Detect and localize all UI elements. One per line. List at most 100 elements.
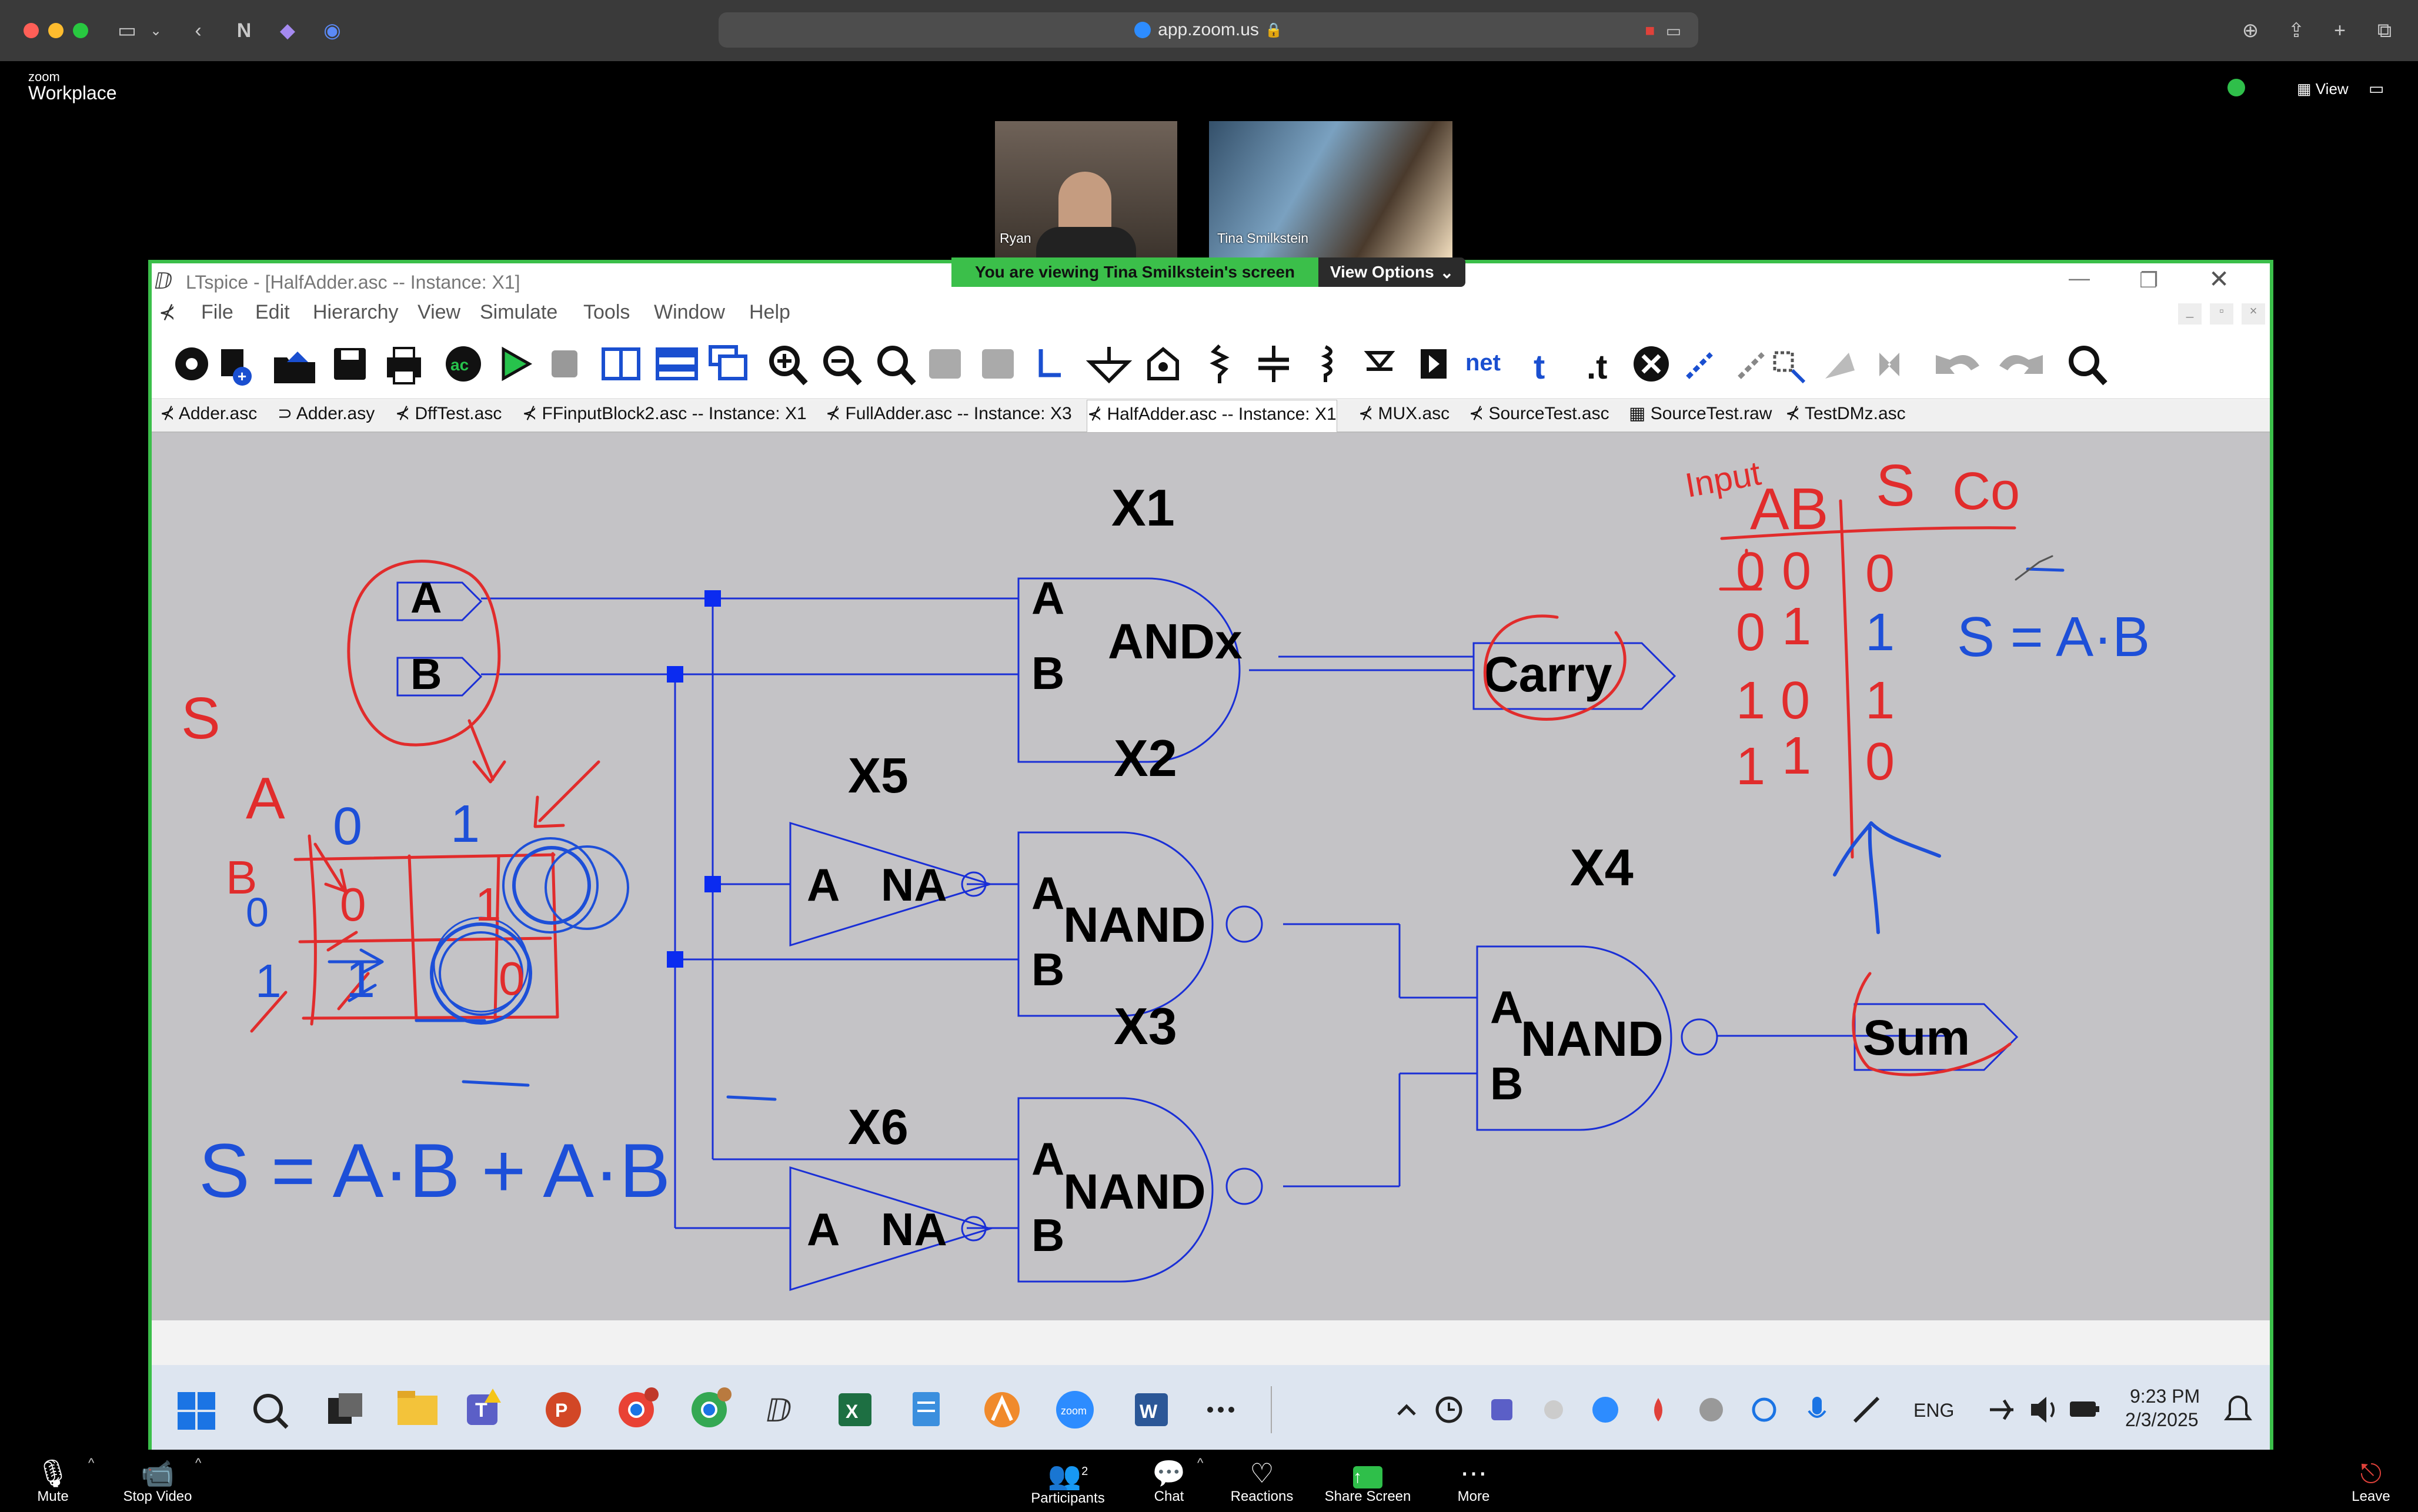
excel-icon[interactable]: X (839, 1393, 871, 1426)
cascade-icon[interactable] (709, 345, 747, 380)
doc-close-icon[interactable]: × (2242, 303, 2265, 325)
tab-testdmz[interactable]: ⊀ TestDMz.asc (1785, 403, 1906, 424)
component-icon[interactable] (1421, 349, 1447, 379)
battery-icon[interactable] (2070, 1401, 2099, 1417)
mirror-icon[interactable] (1879, 353, 1899, 376)
menu-view[interactable]: View (418, 301, 460, 324)
powerpoint-icon[interactable]: P (546, 1392, 581, 1427)
volume-icon[interactable] (2031, 1397, 2055, 1423)
capacitor-icon[interactable] (1258, 346, 1289, 382)
gate-x3-nand[interactable]: X3 A B NAND (1017, 997, 1263, 1283)
minimize-icon[interactable]: — (2069, 266, 2090, 290)
network-tray-icon[interactable] (1699, 1398, 1723, 1421)
settings-icon[interactable] (175, 347, 208, 380)
leave-button[interactable]: ⎋ Leave (2324, 1452, 2418, 1511)
save-icon[interactable] (334, 348, 366, 380)
tile-vertical-icon[interactable] (602, 347, 640, 380)
taskbar-time[interactable]: 9:23 PM (2130, 1386, 2200, 1407)
pen-tray-icon[interactable] (1853, 1396, 1880, 1423)
menu-edit[interactable]: Edit (255, 301, 290, 324)
mute-options-chevron-icon[interactable]: ^ (88, 1456, 94, 1471)
menu-window[interactable]: Window (654, 301, 725, 324)
taskbar-date[interactable]: 2/3/2025 (2125, 1409, 2199, 1430)
tile-horizontal-icon[interactable] (656, 347, 698, 380)
menu-simulate[interactable]: Simulate (480, 301, 557, 324)
address-bar[interactable]: app.zoom.us 🔒 (719, 12, 1698, 48)
more-button[interactable]: ⋯ More (1427, 1452, 1521, 1511)
share-screen-button[interactable]: ↑ Share Screen (1321, 1452, 1415, 1511)
delete-icon[interactable] (1634, 346, 1669, 382)
text-icon[interactable]: t (1534, 348, 1545, 386)
tab-mux[interactable]: ⊀ MUX.asc (1358, 403, 1450, 424)
zoom-tray-icon[interactable] (1592, 1397, 1618, 1423)
chevron-up-icon[interactable] (1397, 1404, 1416, 1416)
output-port-carry[interactable]: Carry (1472, 642, 1676, 710)
menu-help[interactable]: Help (749, 301, 790, 324)
spice-directive-icon[interactable]: .t (1587, 348, 1607, 386)
translate-icon[interactable]: ◉ (318, 15, 347, 46)
input-port-a[interactable]: A (396, 573, 483, 622)
tab-sourcetest-asc[interactable]: ⊀ SourceTest.asc (1469, 403, 1609, 424)
gate-x2-nand[interactable]: X2 A B NAND (1017, 729, 1263, 1017)
view-options-button[interactable]: View Options ⌄ (1318, 257, 1465, 287)
more-apps-icon[interactable] (1207, 1407, 1234, 1413)
gate-x1-and[interactable]: X1 A B ANDx (1017, 479, 1474, 763)
close-icon[interactable]: ✕ (2209, 265, 2229, 293)
participants-button[interactable]: 👥2 Participants (1021, 1452, 1115, 1511)
drop-tray-icon[interactable] (1654, 1398, 1662, 1421)
output-port-sum[interactable]: Sum (1853, 1003, 2019, 1071)
teams-icon[interactable]: T (467, 1389, 501, 1425)
zoom-fit-icon[interactable] (877, 346, 916, 386)
sync-tray-icon[interactable] (1752, 1397, 1776, 1422)
extension-icon[interactable]: ◆ (273, 15, 302, 46)
screen-share-indicator-icon[interactable]: ▭ (1662, 15, 1685, 46)
share-icon[interactable]: ⇪ (2282, 15, 2311, 46)
menu-tools[interactable]: Tools (583, 301, 630, 324)
gate-x4-nand[interactable]: X4 A B NAND (1476, 838, 1718, 1131)
tab-dfftest[interactable]: ⊀ DffTest.asc (395, 403, 502, 424)
rotate-icon[interactable] (1825, 353, 1855, 379)
encryption-shield-icon[interactable] (2227, 79, 2245, 96)
reactions-button[interactable]: ♡ Reactions (1215, 1452, 1309, 1511)
duplicate-icon[interactable] (1686, 352, 1713, 379)
tab-fulladder[interactable]: ⊀ FullAdder.asc -- Instance: X3 (826, 403, 1072, 424)
tab-adder-asc[interactable]: ⊀ Adder.asc (160, 403, 257, 424)
file-explorer-icon[interactable] (398, 1391, 437, 1425)
zoom-out-icon[interactable] (823, 346, 862, 386)
video-tile-ryan[interactable]: Ryan (995, 121, 1177, 260)
new-tab-icon[interactable]: + (2325, 15, 2354, 46)
tab-halfadder-active[interactable]: ⊀ HalfAdder.asc -- Instance: X1 (1087, 400, 1337, 432)
chrome-icon[interactable] (619, 1387, 659, 1427)
ltspice-taskbar-icon[interactable]: ⅅ (766, 1393, 791, 1429)
window-mode-icon[interactable]: ▭ (2369, 79, 2384, 98)
gate-x6-not[interactable]: X6 A NA (789, 1099, 994, 1292)
draw-wire-disabled-icon[interactable] (982, 349, 1014, 379)
print-icon[interactable] (387, 347, 421, 384)
menu-file[interactable]: File (201, 301, 233, 324)
language-indicator[interactable]: ENG (1913, 1400, 1954, 1421)
teams-tray-icon[interactable] (1491, 1399, 1512, 1420)
microphone-tray-icon[interactable] (1808, 1397, 1826, 1418)
ground-icon[interactable] (1086, 347, 1133, 384)
wire-icon[interactable] (1038, 349, 1061, 377)
menu-hierarchy[interactable]: Hierarchy (313, 301, 398, 324)
undo-icon[interactable] (1936, 355, 1979, 374)
diode-icon[interactable] (1364, 351, 1395, 371)
drag-icon[interactable] (1773, 351, 1806, 384)
word-icon[interactable]: W (1135, 1393, 1168, 1426)
stop-video-button[interactable]: 📹 Stop Video (111, 1452, 205, 1511)
ac-analysis-icon[interactable]: ac (446, 346, 481, 382)
restore-icon[interactable]: ❐ (2139, 268, 2158, 293)
move-icon[interactable] (929, 349, 961, 379)
schematic-canvas[interactable]: A B X1 A B ANDx Carry X5 A NA X2 A B NAN… (152, 433, 2270, 1320)
tray-app-icon[interactable] (1544, 1400, 1563, 1419)
tab-adder-asy[interactable]: ⊃ Adder.asy (278, 403, 375, 424)
notification-bell-icon[interactable] (2224, 1396, 2252, 1420)
netlist-icon[interactable]: net (1465, 350, 1501, 376)
camera-active-icon[interactable]: ■ (1638, 15, 1662, 46)
open-icon[interactable] (274, 352, 315, 383)
video-tile-tina[interactable]: Tina Smilkstein (1209, 121, 1452, 260)
clock-icon[interactable] (1435, 1396, 1462, 1423)
run-icon[interactable] (502, 346, 533, 382)
input-port-b[interactable]: B (396, 650, 483, 698)
